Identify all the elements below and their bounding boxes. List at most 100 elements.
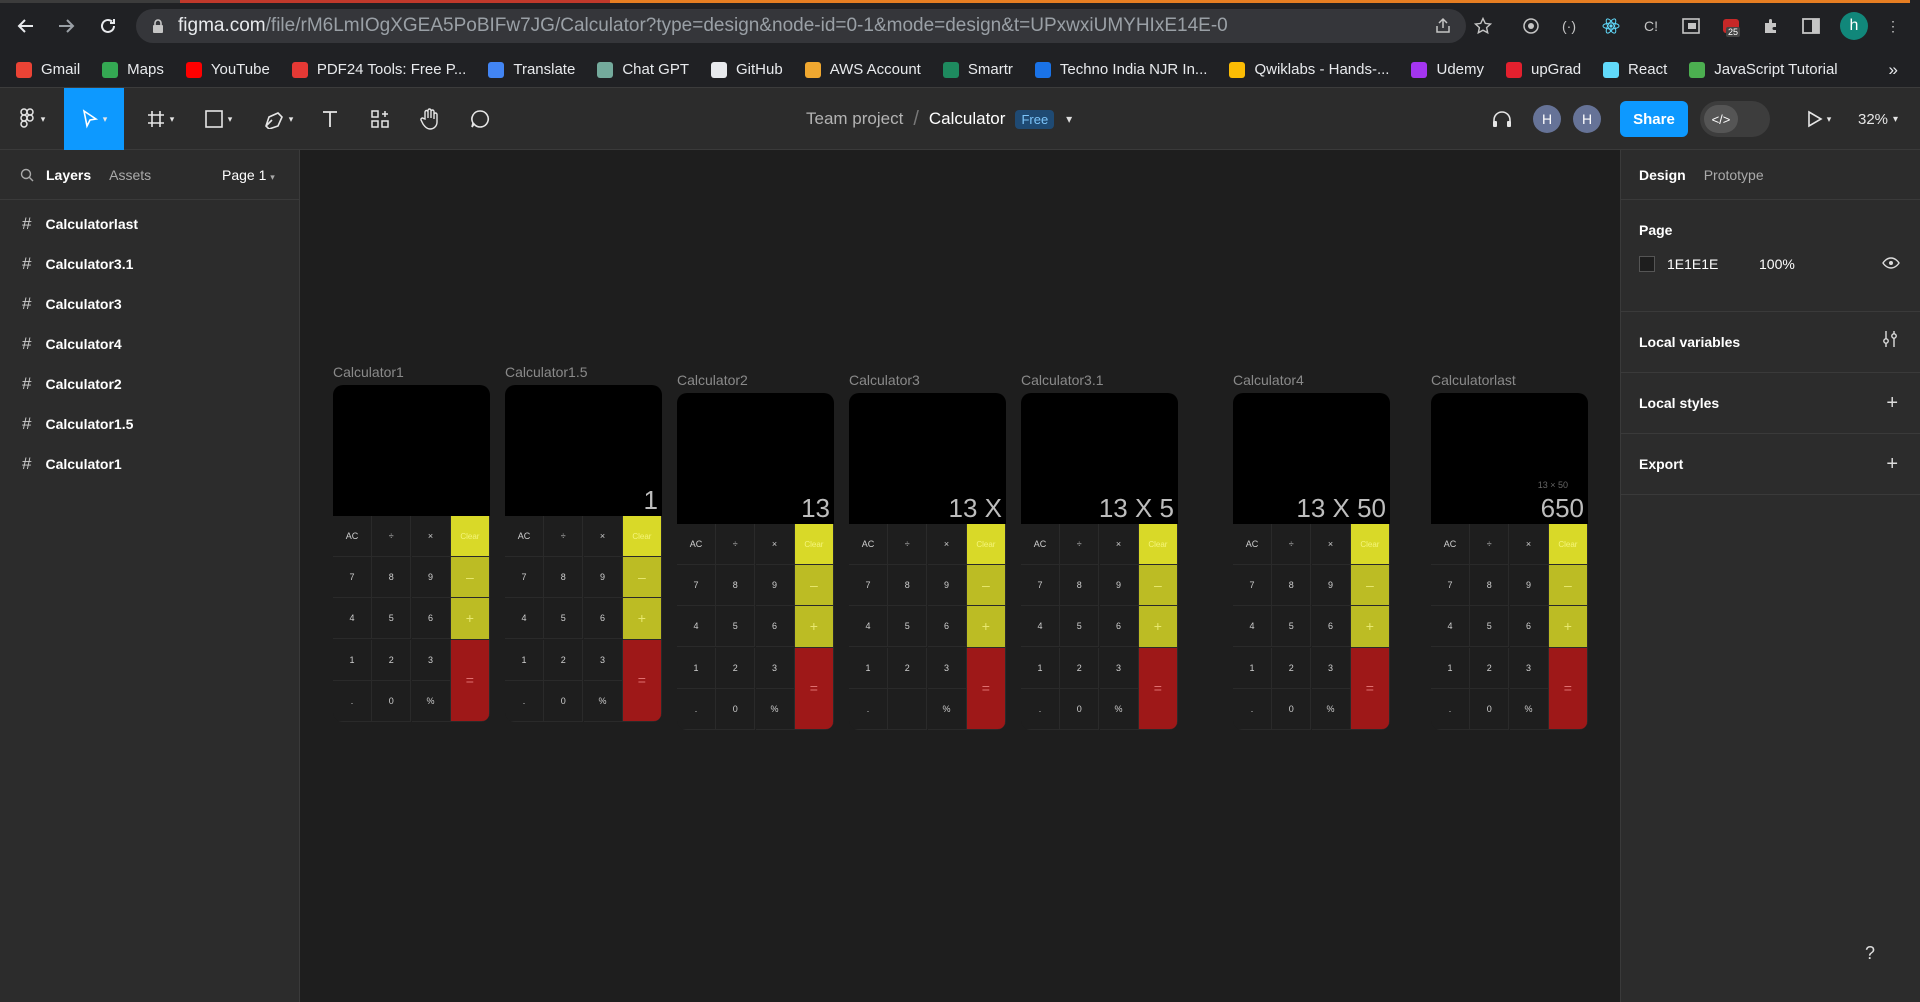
extension-c-icon[interactable]: C! (1638, 13, 1664, 39)
search-icon[interactable] (20, 168, 34, 182)
layer-item[interactable]: # Calculator2 (0, 364, 299, 404)
file-menu-chevron-icon[interactable]: ▾ (1066, 112, 1072, 126)
bookmark-item[interactable]: Qwiklabs - Hands-... (1229, 61, 1389, 78)
eye-icon[interactable] (1882, 256, 1900, 272)
frame-label[interactable]: Calculator1.5 (505, 364, 588, 380)
share-page-icon[interactable] (1430, 13, 1456, 39)
file-name[interactable]: Calculator (929, 109, 1006, 129)
calculator-frame[interactable]: 1 AC ÷ × 7 8 9 4 5 6 1 2 3. 0% Clear – + = (505, 385, 662, 722)
page-color-swatch[interactable] (1639, 256, 1655, 272)
local-variables-section[interactable]: Local variables (1621, 312, 1920, 373)
frame-label[interactable]: Calculator2 (677, 372, 748, 388)
local-styles-section[interactable]: Local styles + (1621, 373, 1920, 434)
pen-tool-icon[interactable]: ▾ (254, 88, 302, 150)
calculator-frame[interactable]: 13 X 5 AC ÷ × 7 8 9 4 5 6 1 2 3. 0% Clear – + = (1021, 393, 1178, 730)
bookmark-item[interactable]: Smartr (942, 61, 1013, 78)
frame-label[interactable]: Calculatorlast (1431, 372, 1516, 388)
calc-key: 3 (755, 647, 795, 689)
calc-key: % (583, 680, 623, 722)
add-style-plus-icon[interactable]: + (1886, 392, 1898, 415)
calculator-frame[interactable]: 13 X 50 AC ÷ × 7 8 9 4 5 6 1 2 3. 0% Clear – + = (1233, 393, 1390, 730)
minus-key: – (622, 557, 662, 599)
bookmarks-overflow-icon[interactable]: » (1889, 60, 1898, 80)
bookmark-item[interactable]: Translate (488, 61, 575, 78)
frame-label[interactable]: Calculator3 (849, 372, 920, 388)
share-button[interactable]: Share (1620, 101, 1688, 137)
collaborator-avatar[interactable]: H (1533, 105, 1561, 133)
bookmark-item[interactable]: Udemy (1411, 61, 1484, 78)
tab-design[interactable]: Design (1639, 167, 1686, 183)
extension-window-icon[interactable] (1678, 13, 1704, 39)
layer-item[interactable]: # Calculator3.1 (0, 244, 299, 284)
extension-badge-icon[interactable]: 25 (1718, 13, 1744, 39)
extension-target-icon[interactable] (1518, 13, 1544, 39)
react-devtools-icon[interactable] (1598, 13, 1624, 39)
team-name[interactable]: Team project (806, 109, 903, 129)
export-section[interactable]: Export + (1621, 434, 1920, 495)
page-color-hex[interactable]: 1E1E1E (1667, 256, 1759, 272)
dev-mode-toggle[interactable]: </> (1700, 101, 1770, 137)
layer-item[interactable]: # Calculator1.5 (0, 404, 299, 444)
tab-prototype[interactable]: Prototype (1704, 167, 1764, 183)
bookmark-item[interactable]: GitHub (711, 61, 783, 78)
design-canvas[interactable]: Calculator1 AC ÷ × 7 8 9 4 5 6 1 2 3. 0% Clear – + = Calcu… (300, 150, 1620, 1002)
side-panel-icon[interactable] (1798, 13, 1824, 39)
calc-key: ÷ (888, 524, 928, 565)
bookmark-item[interactable]: AWS Account (804, 61, 921, 78)
move-tool-icon[interactable]: ▾ (64, 88, 124, 150)
page-fill-row[interactable]: 1E1E1E 100% (1639, 256, 1920, 272)
zoom-level[interactable]: 32% ▾ (1858, 88, 1898, 150)
layer-item[interactable]: # Calculatorlast (0, 204, 299, 244)
reload-icon[interactable] (94, 12, 122, 40)
bookmark-item[interactable]: Maps (102, 61, 164, 78)
present-play-icon[interactable]: ▾ (1796, 88, 1842, 150)
frame-label[interactable]: Calculator3.1 (1021, 372, 1104, 388)
profile-avatar[interactable]: h (1840, 12, 1868, 40)
extension-brackets-icon[interactable]: (·) (1556, 13, 1582, 39)
calculator-frame[interactable]: 650 13 × 50 AC ÷ × 7 8 9 4 5 6 1 2 3. 0% Clear – + = (1431, 393, 1588, 730)
hand-tool-icon[interactable] (412, 88, 448, 150)
text-tool-icon[interactable] (312, 88, 348, 150)
back-icon[interactable] (12, 12, 40, 40)
extensions-puzzle-icon[interactable] (1758, 13, 1784, 39)
calc-key: 2 (544, 639, 584, 681)
calc-key: AC (333, 516, 372, 557)
layer-item[interactable]: # Calculator4 (0, 324, 299, 364)
audio-headphones-icon[interactable] (1486, 88, 1518, 150)
keypad: AC ÷ × 7 8 9 4 5 6 1 2 3. 0% Clear – + = (1233, 524, 1390, 730)
frame-label[interactable]: Calculator1 (333, 364, 404, 380)
address-bar[interactable]: figma.com/file/rM6LmIOgXGEA5PoBIFw7JG/Ca… (136, 9, 1466, 43)
bookmark-item[interactable]: JavaScript Tutorial (1689, 61, 1838, 78)
bookmark-item[interactable]: Techno India NJR In... (1034, 61, 1207, 78)
variables-settings-icon[interactable] (1882, 330, 1898, 354)
bookmark-star-icon[interactable] (1470, 13, 1496, 39)
frame-label[interactable]: Calculator4 (1233, 372, 1304, 388)
layer-item[interactable]: # Calculator1 (0, 444, 299, 484)
layer-item[interactable]: # Calculator3 (0, 284, 299, 324)
comment-tool-icon[interactable] (462, 88, 498, 150)
bookmark-item[interactable]: Chat GPT (597, 61, 689, 78)
help-button[interactable]: ? (1852, 935, 1888, 971)
collaborator-avatar[interactable]: H (1573, 105, 1601, 133)
page-selector[interactable]: Page 1 ▾ (222, 167, 275, 183)
tab-layers[interactable]: Layers (46, 167, 91, 183)
bookmark-item[interactable]: YouTube (185, 61, 270, 78)
plus-key: + (966, 606, 1006, 648)
calculator-frame[interactable]: 13 X AC ÷ × 7 8 9 4 5 6 1 2 3.% Clear – + = (849, 393, 1006, 730)
shape-tool-icon[interactable]: ▾ (194, 88, 242, 150)
tab-assets[interactable]: Assets (109, 167, 151, 183)
bookmark-item[interactable]: upGrad (1506, 61, 1581, 78)
bookmark-item[interactable]: React (1603, 61, 1667, 78)
resources-tool-icon[interactable] (362, 88, 398, 150)
bookmark-item[interactable]: Gmail (16, 61, 80, 78)
frame-tool-icon[interactable]: ▾ (136, 88, 184, 150)
bookmark-item[interactable]: PDF24 Tools: Free P... (291, 61, 466, 78)
add-export-plus-icon[interactable]: + (1886, 453, 1898, 476)
calculator-frame[interactable]: AC ÷ × 7 8 9 4 5 6 1 2 3. 0% Clear – + = (333, 385, 490, 722)
calculator-frame[interactable]: 13 AC ÷ × 7 8 9 4 5 6 1 2 3. 0% Clear – + = (677, 393, 834, 730)
display-value: 13 X (948, 493, 1003, 523)
chrome-menu-icon[interactable]: ⋮ (1880, 13, 1906, 39)
main-menu-icon[interactable]: ▾ (8, 88, 56, 150)
page-opacity[interactable]: 100% (1759, 256, 1795, 272)
forward-icon[interactable] (52, 12, 80, 40)
